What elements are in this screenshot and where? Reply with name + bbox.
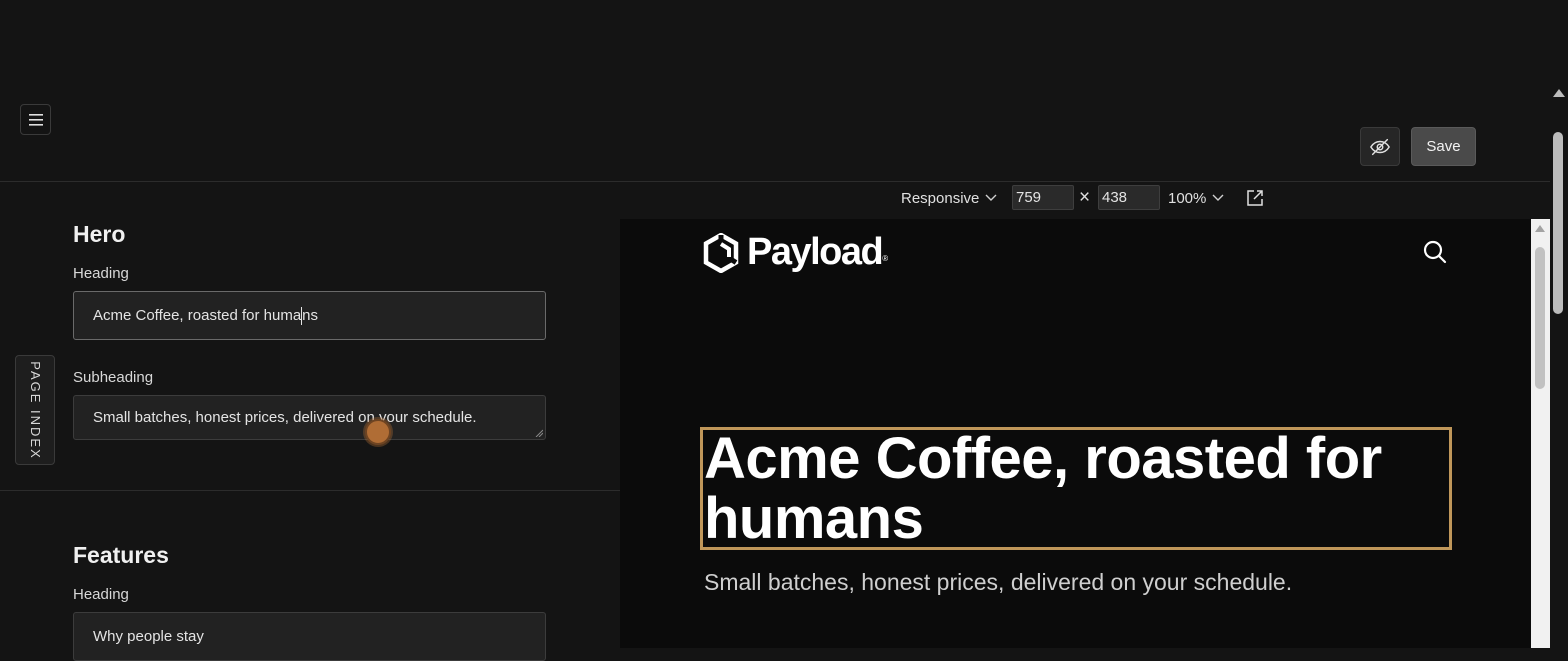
- hero-subheading-value: Small batches, honest prices, delivered …: [93, 409, 477, 426]
- zoom-select-label: 100%: [1168, 189, 1207, 207]
- device-select-label: Responsive: [901, 189, 980, 207]
- device-select[interactable]: Responsive: [901, 184, 997, 212]
- chevron-down-icon: [985, 194, 997, 201]
- brand-name: Payload: [747, 231, 884, 273]
- features-section-title: Features: [73, 542, 169, 568]
- hero-heading-input[interactable]: Acme Coffee, roasted for huma ns: [73, 291, 546, 340]
- hero-title[interactable]: Acme Coffee, roasted for humans: [704, 429, 1444, 549]
- features-heading-label: Heading: [73, 586, 129, 603]
- hero-heading-value-end: ns: [302, 307, 319, 324]
- toggle-preview-button[interactable]: [1360, 127, 1400, 166]
- external-link-icon: [1247, 190, 1263, 206]
- editor-panel: Hero Heading Acme Coffee, roasted for hu…: [0, 182, 620, 661]
- page-scrollbar-thumb[interactable]: [1553, 132, 1563, 314]
- menu-button[interactable]: [20, 104, 51, 135]
- page-index-label: PAGE INDEX: [27, 360, 43, 460]
- registered-mark: ®: [882, 254, 889, 263]
- width-input[interactable]: 759: [1012, 185, 1074, 210]
- section-divider: [0, 490, 620, 491]
- resize-handle-icon[interactable]: [535, 429, 543, 437]
- hamburger-icon: [28, 113, 43, 126]
- features-heading-value: Why people stay: [93, 628, 204, 645]
- hero-section-title: Hero: [73, 221, 126, 247]
- height-input[interactable]: 438: [1098, 185, 1160, 210]
- chevron-down-icon: [1212, 194, 1224, 201]
- hero-subheading-textarea[interactable]: Small batches, honest prices, delivered …: [73, 395, 546, 440]
- live-preview: Payload ® Acme Coffee, roasted for humans…: [620, 219, 1531, 648]
- scroll-up-arrow-icon[interactable]: [1553, 89, 1565, 97]
- hero-heading-label: Heading: [73, 265, 129, 282]
- payload-logo[interactable]: Payload ®: [703, 231, 888, 274]
- scroll-up-arrow-icon[interactable]: [1535, 225, 1545, 232]
- search-icon[interactable]: [1423, 240, 1447, 264]
- preview-scrollbar[interactable]: [1531, 219, 1550, 648]
- open-in-new-tab-button[interactable]: [1246, 184, 1264, 212]
- payload-logo-icon: [703, 232, 739, 273]
- save-button[interactable]: Save: [1411, 127, 1476, 166]
- preview-scrollbar-thumb[interactable]: [1535, 247, 1545, 389]
- hero-subtitle[interactable]: Small batches, honest prices, delivered …: [704, 569, 1292, 596]
- page-scrollbar[interactable]: [1550, 86, 1568, 648]
- hero-heading-value-start: Acme Coffee, roasted for huma: [93, 307, 302, 324]
- features-heading-input[interactable]: Why people stay: [73, 612, 546, 661]
- zoom-select[interactable]: 100%: [1168, 184, 1224, 212]
- dimension-separator: ×: [1079, 184, 1090, 212]
- page-index-tab[interactable]: PAGE INDEX: [15, 355, 55, 465]
- times-glyph: ×: [1079, 187, 1091, 208]
- eye-off-icon: [1370, 138, 1390, 155]
- pointer-cursor: [365, 419, 391, 445]
- hero-subheading-label: Subheading: [73, 369, 154, 386]
